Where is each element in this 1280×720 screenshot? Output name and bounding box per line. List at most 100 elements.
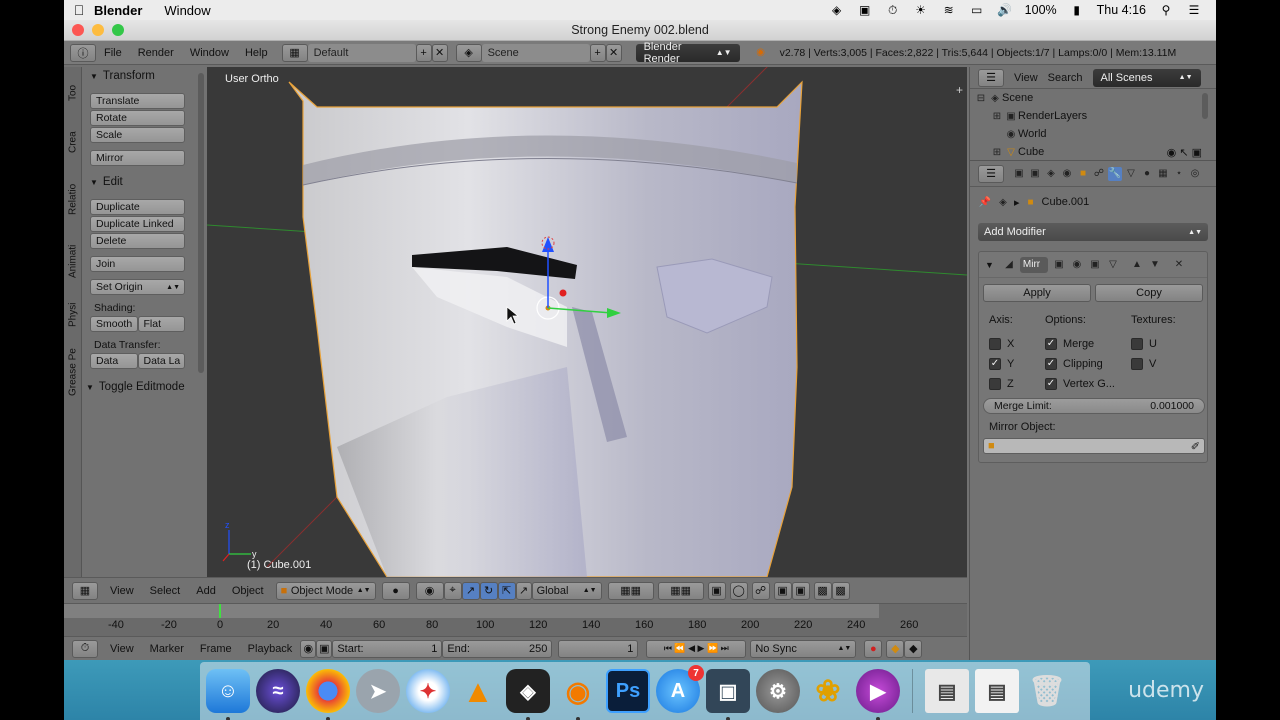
finder-icon[interactable]: ☺ (206, 669, 250, 720)
menu-playback[interactable]: Playback (240, 643, 301, 655)
gizmo-x-handle[interactable] (559, 289, 567, 297)
collapse-triangle-icon[interactable]: ▼ (985, 260, 994, 270)
edit-panel-header[interactable]: ▼ Edit (82, 173, 207, 191)
merge-checkbox[interactable]: ✓ Merge (1045, 334, 1115, 354)
manipulator-toggle-icon[interactable]: ⌖ (443, 581, 462, 600)
apple-icon[interactable]:  (64, 2, 94, 18)
scene-tab-icon[interactable]: ◈ (1044, 167, 1058, 181)
eyedropper-icon[interactable]: ✐ (1191, 440, 1200, 453)
playback-controls[interactable]: ⏮ ⏪ ◀ ▶ ⏩ ⏭ (646, 639, 747, 658)
unity-icon[interactable]: ◈ (506, 669, 550, 720)
axis-y-checkbox[interactable]: ✓ Y (989, 354, 1014, 374)
set-origin-dropdown[interactable]: Set Origin ▲▼ (90, 279, 185, 295)
editmode-toggle-icon[interactable]: ▣ (1088, 258, 1102, 272)
outliner-row-scene[interactable]: ⊟ ◈ Scene (970, 89, 1216, 107)
tab-tools[interactable]: Too (64, 71, 82, 115)
properties-editor-type-icon[interactable]: ☰ (978, 164, 1004, 183)
vertex-groups-checkbox[interactable]: ✓ Vertex G... (1045, 374, 1115, 394)
timeline-editor[interactable]: -40 -20 0 20 40 60 80 100 120 140 160 18… (64, 603, 967, 636)
outliner-row-world[interactable]: ◉ World (970, 125, 1216, 143)
data-button[interactable]: Data (90, 353, 138, 369)
toolshelf-scrollbar[interactable] (198, 73, 204, 373)
flat-button[interactable]: Flat (137, 316, 185, 332)
layers-grid-2[interactable]: ▦▦ (657, 581, 704, 600)
orientation-icon[interactable]: ↗ (515, 581, 532, 600)
scale-manipulator-icon[interactable]: ⇱ (497, 581, 516, 600)
vlc-icon[interactable]: ▲ (456, 669, 500, 713)
transform-orientation-dropdown[interactable]: Global ▲▼ (531, 581, 602, 600)
outliner-row-renderlayers[interactable]: ⊞ ▣ RenderLayers (970, 107, 1216, 125)
texture-v-checkbox[interactable]: V (1131, 354, 1176, 374)
menu-app-name[interactable]: Blender (94, 3, 142, 18)
remove-layout-icon[interactable]: ✕ (431, 43, 448, 62)
expand-icon[interactable]: ⊞ (990, 109, 1004, 123)
expand-icon[interactable]: ⊞ (990, 145, 1004, 159)
rotate-button[interactable]: Rotate (90, 110, 185, 126)
axis-x-checkbox[interactable]: X (989, 334, 1014, 354)
rotate-manipulator-icon[interactable]: ↻ (479, 581, 498, 600)
outliner-menu-search[interactable]: Search (1048, 72, 1083, 84)
world-tab-icon[interactable]: ◉ (1060, 167, 1074, 181)
physics-tab-icon[interactable]: ◎ (1188, 167, 1202, 181)
render-toggle-icon[interactable]: ▣ (1052, 258, 1066, 272)
translate-manipulator-icon[interactable]: ↗ (461, 581, 480, 600)
menu-frame[interactable]: Frame (192, 643, 240, 655)
viewport-toggle-icon[interactable]: ◉ (1070, 258, 1084, 272)
properties-region-toggle-icon[interactable]: + (956, 83, 963, 97)
spotlight-search-icon[interactable]: ⚲ (1158, 3, 1174, 17)
battery-icon[interactable]: ▮ (1069, 3, 1085, 17)
menu-add[interactable]: Add (188, 585, 224, 597)
preview-range-icon[interactable]: ◉ (300, 639, 317, 658)
airplay-icon[interactable]: ▭ (969, 3, 985, 17)
blender-icon[interactable]: ◉ (556, 669, 600, 720)
visibility-eye-icon[interactable]: ◉ ↖ ▣ (1167, 146, 1216, 159)
photoshop-icon[interactable]: Ps (606, 669, 650, 713)
mirror-button[interactable]: Mirror (90, 150, 185, 166)
tab-relations[interactable]: Relatio (64, 169, 82, 229)
menu-object[interactable]: Object (224, 585, 272, 597)
screen-layout-icon[interactable]: ▦ (281, 43, 308, 62)
clipping-checkbox[interactable]: ✓ Clipping (1045, 354, 1115, 374)
outliner-menu-view[interactable]: View (1014, 72, 1038, 84)
opengl-anim-icon[interactable]: ▩ (831, 581, 850, 600)
data-layout-button[interactable]: Data La (137, 353, 185, 369)
scene-field[interactable]: Scene (481, 43, 590, 62)
snap-icon[interactable]: ☍ (751, 581, 770, 600)
volume-icon[interactable]: 🔊 (997, 3, 1013, 17)
outliner-editor-type-icon[interactable]: ☰ (978, 68, 1004, 87)
outliner-filter-dropdown[interactable]: All Scenes ▲▼ (1092, 68, 1201, 87)
outliner-scrollbar[interactable] (1202, 93, 1208, 119)
notification-center-icon[interactable]: ☰ (1186, 3, 1202, 17)
tab-create[interactable]: Crea (64, 117, 82, 167)
auto-keyframe-icon[interactable]: ● (864, 639, 883, 658)
toggle-editmode-panel-header[interactable]: ▼ Toggle Editmode (82, 378, 207, 396)
pivot-point-icon[interactable]: ◉ (415, 581, 444, 600)
snap-target-icon[interactable]: ▣ (773, 581, 792, 600)
screen-recorder-icon[interactable]: ▶ (856, 669, 900, 720)
layers-grid-1[interactable]: ▦▦ (607, 581, 654, 600)
pin-icon[interactable]: 📌 (978, 195, 992, 209)
object-tab-icon[interactable]: ■ (1076, 167, 1090, 181)
scene-icon[interactable]: ◈ (455, 43, 482, 62)
outliner-row-cube[interactable]: ⊞ ▽ Cube ◉ ↖ ▣ (970, 143, 1216, 161)
current-frame-marker[interactable] (219, 604, 221, 618)
particles-tab-icon[interactable]: ⋆ (1172, 167, 1186, 181)
apply-button[interactable]: Apply (983, 284, 1091, 302)
remove-scene-icon[interactable]: ✕ (605, 43, 622, 62)
tab-grease-pencil[interactable]: Grease Pe (64, 339, 82, 405)
opengl-render-icon[interactable]: ▩ (813, 581, 832, 600)
viewport-shading-icon[interactable]: ● (381, 581, 410, 600)
chrome-icon[interactable] (306, 669, 350, 720)
move-down-icon[interactable]: ▼ (1148, 258, 1162, 272)
keyframe-icon[interactable]: ◆ (886, 639, 905, 658)
end-frame-field[interactable]: End: 250 (442, 639, 553, 658)
translate-button[interactable]: Translate (90, 93, 185, 109)
info-editor-type-icon[interactable]: ⓘ (70, 43, 96, 62)
duplicate-linked-button[interactable]: Duplicate Linked (90, 216, 185, 232)
trash-icon[interactable]: 🗑 (1025, 669, 1069, 713)
app-store-icon[interactable]: A7 (656, 665, 704, 713)
smooth-button[interactable]: Smooth (90, 316, 138, 332)
remove-modifier-icon[interactable]: ✕ (1172, 258, 1186, 272)
modifiers-tab-icon[interactable]: 🔧 (1108, 166, 1122, 181)
timeline-editor-type-icon[interactable]: ⏱ (72, 639, 98, 658)
